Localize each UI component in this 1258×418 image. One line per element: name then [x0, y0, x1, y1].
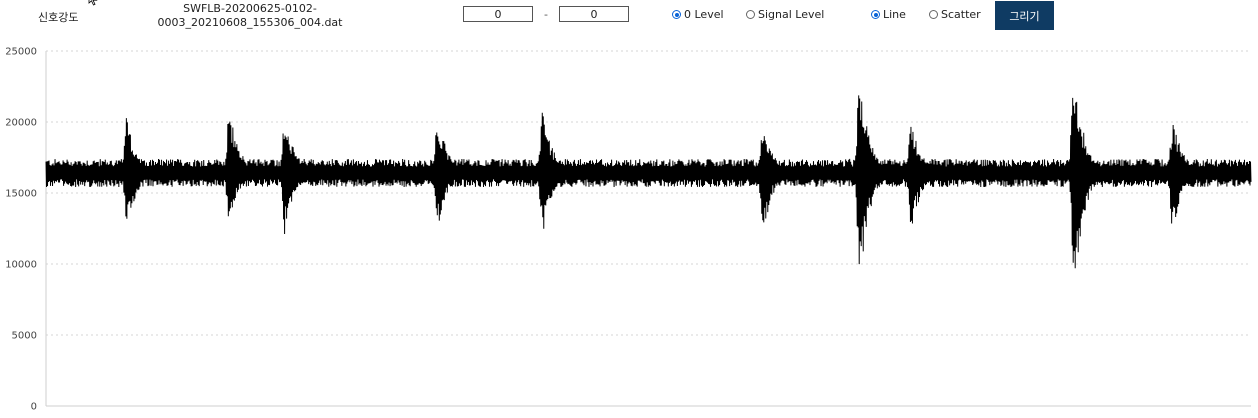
radio-scatter[interactable]: Scatter	[929, 8, 981, 21]
y-tick-label: 10000	[5, 260, 37, 271]
y-tick-label: 20000	[5, 118, 37, 129]
radio-signal-level-label: Signal Level	[758, 8, 825, 21]
y-tick-labels: 0 5000 10000 15000 20000 25000	[5, 47, 37, 413]
file-name-line-2: 0003_20210608_155306_004.dat	[157, 16, 343, 29]
signal-line	[45, 95, 1252, 269]
file-name-line-1: SWFLB-20200625-0102-	[183, 2, 317, 15]
radio-scatter-label: Scatter	[941, 8, 981, 21]
range-separator: -	[544, 8, 548, 21]
toolbar: 신호강도 SWFLB-20200625-0102- 0003_20210608_…	[0, 0, 1258, 40]
radio-checked-icon	[672, 10, 681, 19]
radio-zero-level[interactable]: 0 Level	[672, 8, 724, 21]
y-tick-label: 25000	[5, 47, 37, 58]
file-name: SWFLB-20200625-0102- 0003_20210608_15530…	[150, 2, 350, 30]
y-tick-label: 15000	[5, 189, 37, 200]
y-tick-label: 0	[31, 402, 37, 413]
range-start-input[interactable]	[463, 6, 533, 22]
radio-line[interactable]: Line	[871, 8, 906, 21]
signal-chart: 0 5000 10000 15000 20000 25000	[5, 47, 1252, 413]
radio-checked-icon	[871, 10, 880, 19]
radio-unchecked-icon	[929, 10, 938, 19]
mouse-cursor-icon	[88, 0, 98, 6]
radio-line-label: Line	[883, 8, 906, 21]
y-axis	[45, 51, 1251, 407]
signal-strength-label: 신호강도	[38, 11, 79, 24]
radio-signal-level[interactable]: Signal Level	[746, 8, 824, 21]
draw-button[interactable]: 그리기	[995, 1, 1054, 30]
radio-zero-level-label: 0 Level	[684, 8, 724, 21]
radio-unchecked-icon	[746, 10, 755, 19]
range-end-input[interactable]	[559, 6, 629, 22]
y-tick-label: 5000	[12, 331, 37, 342]
